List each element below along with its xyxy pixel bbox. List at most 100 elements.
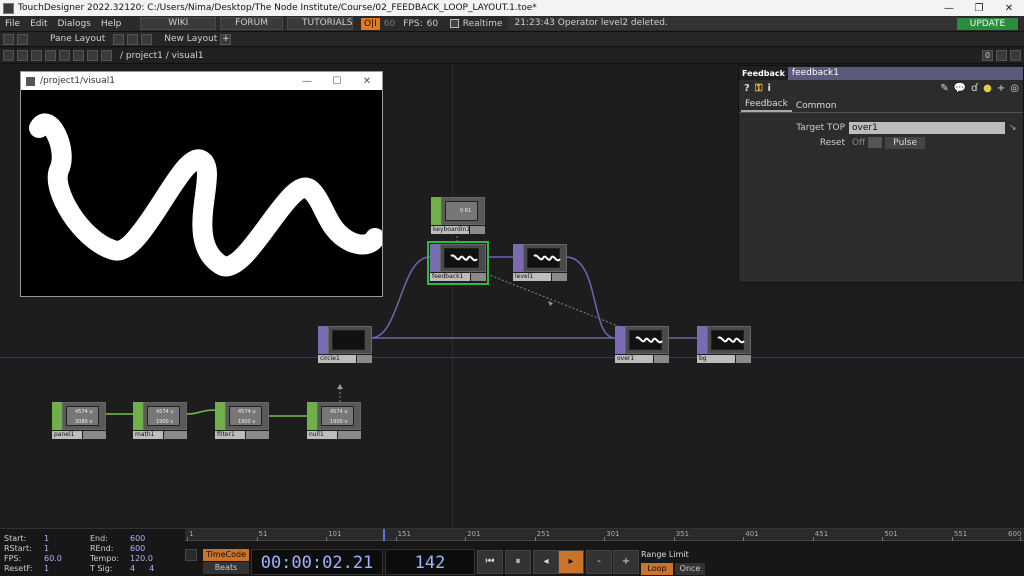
step-plus-button[interactable]: +	[613, 550, 639, 574]
network-path[interactable]: / project1 / visual1	[120, 51, 204, 61]
play-button[interactable]: ▸	[558, 550, 584, 574]
info-icon[interactable]: i	[767, 83, 770, 94]
tutorials-button[interactable]: TUTORIALS	[287, 17, 354, 30]
loop-button[interactable]: Loop	[641, 563, 673, 575]
update-button[interactable]: UPDATE	[957, 17, 1018, 30]
add-icon[interactable]	[59, 50, 70, 61]
node-flags[interactable]	[246, 431, 269, 439]
layout-2-icon[interactable]	[127, 33, 139, 45]
maximize-button[interactable]: ❐	[964, 3, 994, 14]
network-home-icon[interactable]	[17, 50, 28, 61]
node-flags[interactable]	[338, 431, 361, 439]
parameter-panel[interactable]: Feedback feedback1 ? ⚿ i ✎ 💬 ɗ ● + ◎ Fee…	[738, 65, 1024, 283]
node-over1[interactable]: over1	[615, 326, 669, 364]
node-bg[interactable]: bg	[697, 326, 751, 364]
operator-name-field[interactable]: feedback1	[787, 66, 1023, 80]
rstart-value[interactable]: 1	[44, 544, 49, 553]
playhead[interactable]	[383, 529, 386, 541]
oi-toggle[interactable]: O|I	[361, 17, 380, 30]
visual-output-window[interactable]: /project1/visual1 — ☐ ✕	[20, 71, 385, 297]
wiki-button[interactable]: WIKI	[140, 17, 217, 30]
rend-value[interactable]: 600	[130, 544, 145, 553]
forward-arrow-icon[interactable]	[45, 50, 56, 61]
node-keyboardin1[interactable]: 0 61 keyboardin1	[431, 197, 485, 235]
close-button[interactable]: ✕	[994, 3, 1024, 14]
help-icon[interactable]: ?	[744, 83, 750, 94]
layout-3-icon[interactable]	[141, 33, 153, 45]
pause-button[interactable]: ⏸	[505, 550, 531, 574]
visual-maximize-button[interactable]: ☐	[322, 76, 352, 87]
visual-close-button[interactable]: ✕	[352, 76, 382, 87]
target-icon[interactable]: ◎	[1010, 83, 1019, 94]
timeline-ruler[interactable]: 1 51 101 151 201 251 301 351 401 451 501 551 600	[185, 529, 1024, 541]
add-parameter-icon[interactable]: +	[997, 83, 1005, 94]
node-panel1[interactable]: 4574 u 3080 v panel1	[52, 402, 106, 440]
time-menu-icon[interactable]	[185, 549, 197, 561]
menu-file[interactable]: File	[0, 19, 25, 29]
python-icon[interactable]: ●	[983, 83, 992, 94]
frame-display[interactable]: 142	[385, 549, 475, 575]
node-level1[interactable]: level1	[513, 244, 567, 282]
new-layout-label[interactable]: New Layout	[164, 34, 217, 44]
visual-minimize-button[interactable]: —	[292, 76, 322, 87]
node-flags[interactable]	[736, 355, 751, 363]
tsig-value-a[interactable]: 4	[130, 564, 135, 573]
wire-level-to-over[interactable]	[565, 256, 616, 339]
drag-arrow-icon[interactable]: ↘	[1009, 123, 1017, 133]
resetf-value[interactable]: 1	[44, 564, 49, 573]
node-math1[interactable]: 4574 u 1900 v math1	[133, 402, 187, 440]
tab-feedback[interactable]: Feedback	[741, 98, 792, 112]
node-flags[interactable]	[164, 431, 187, 439]
tempo-value[interactable]: 120.0	[130, 554, 153, 563]
pane-maximize-icon[interactable]	[996, 50, 1007, 61]
start-value[interactable]: 1	[44, 534, 49, 543]
visual-window-titlebar[interactable]: /project1/visual1 — ☐ ✕	[21, 72, 382, 90]
edit-icon[interactable]: ✎	[940, 83, 948, 94]
rewind-to-start-button[interactable]: ⏮	[477, 550, 503, 574]
node-flags[interactable]	[83, 431, 106, 439]
pulse-button[interactable]: Pulse	[885, 136, 925, 149]
menu-dialogs[interactable]: Dialogs	[53, 19, 96, 29]
language-icon[interactable]: ɗ	[971, 83, 978, 94]
python-help-icon[interactable]: ⚿	[755, 83, 763, 94]
tab-common[interactable]: Common	[792, 100, 841, 112]
forum-button[interactable]: FORUM	[220, 17, 284, 30]
node-null1[interactable]: 4574 u 1900 v null1	[307, 402, 361, 440]
menu-help[interactable]: Help	[96, 19, 127, 29]
parent-up-icon[interactable]	[87, 50, 98, 61]
timecode-toggle[interactable]: TimeCode	[203, 549, 249, 561]
pane-layout-label[interactable]: Pane Layout	[50, 34, 105, 44]
wire-math-to-filter[interactable]	[186, 409, 216, 415]
node-flags[interactable]	[552, 273, 567, 281]
new-layout-plus-button[interactable]: +	[220, 33, 232, 45]
layout-1-icon[interactable]	[113, 33, 125, 45]
pane-menu-icon[interactable]	[3, 50, 14, 61]
menu-edit[interactable]: Edit	[25, 19, 52, 29]
anchor-icon[interactable]	[17, 33, 28, 45]
tsig-value-b[interactable]: 4	[149, 564, 154, 573]
node-flags[interactable]	[357, 355, 372, 363]
node-filter1[interactable]: 4574 u 1900 v filter1	[215, 402, 269, 440]
end-value[interactable]: 600	[130, 534, 145, 543]
step-minus-button[interactable]: -	[586, 550, 612, 574]
comment-icon[interactable]: 💬	[954, 83, 966, 94]
node-flags[interactable]	[654, 355, 669, 363]
back-arrow-icon[interactable]	[31, 50, 42, 61]
node-circle1[interactable]: circle1	[318, 326, 372, 364]
bookmark-star-icon[interactable]	[73, 50, 84, 61]
beats-toggle[interactable]: Beats	[203, 562, 249, 574]
timecode-display[interactable]: 00:00:02.21	[251, 549, 383, 575]
node-flags[interactable]	[471, 273, 486, 281]
pane-close-icon[interactable]	[1010, 50, 1021, 61]
reset-toggle[interactable]	[868, 137, 883, 148]
network-icon[interactable]	[101, 50, 112, 61]
node-flags[interactable]	[470, 226, 485, 234]
layout-icon[interactable]	[3, 33, 14, 45]
minimize-button[interactable]: —	[934, 3, 964, 14]
target-top-field[interactable]: over1	[849, 121, 1005, 134]
step-back-button[interactable]: ◂	[533, 550, 559, 574]
node-feedback1[interactable]: feedback1	[427, 241, 489, 285]
realtime-checkbox[interactable]	[450, 19, 459, 28]
fps-timeline-value[interactable]: 60.0	[44, 554, 62, 563]
once-button[interactable]: Once	[675, 563, 705, 575]
